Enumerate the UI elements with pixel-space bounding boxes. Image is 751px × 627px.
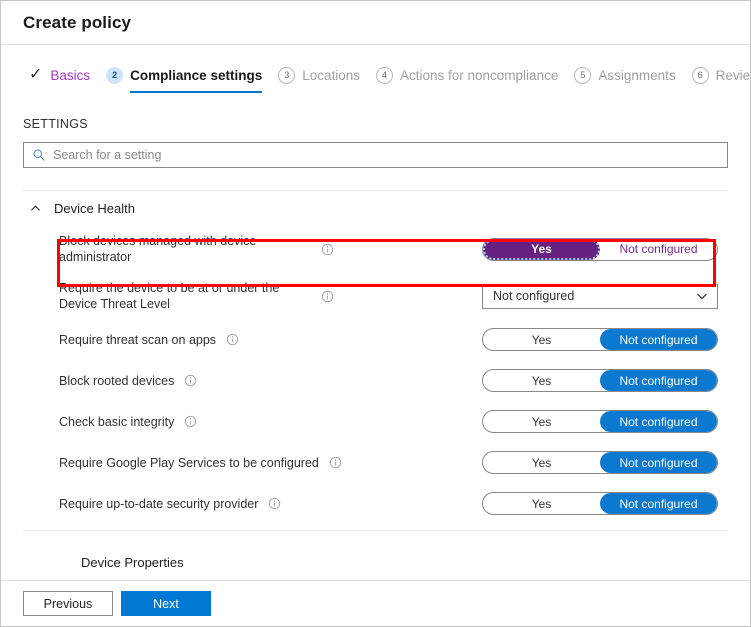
setting-control: Yes Not configured xyxy=(482,237,718,261)
wizard-step-nav: ✓ Basics 2 Compliance settings 3 Locatio… xyxy=(1,63,750,105)
settings-panel: SETTINGS Device Health Block devices man… xyxy=(1,117,750,570)
toggle-option-yes[interactable]: Yes xyxy=(483,411,600,432)
setting-control: Yes Not configured xyxy=(482,410,718,433)
step-number-badge: 3 xyxy=(278,66,296,84)
wizard-step-review[interactable]: 6 Review xyxy=(691,63,750,93)
step-number-badge: 6 xyxy=(691,66,709,84)
setting-row-require-threat-scan-on-apps: Require threat scan on apps Yes Not conf… xyxy=(59,319,718,360)
settings-rows: Block devices managed with device admini… xyxy=(23,225,728,524)
setting-row-require-google-play-services: Require Google Play Services to be confi… xyxy=(59,442,718,483)
next-button[interactable]: Next xyxy=(121,591,211,616)
group-divider-bottom xyxy=(23,530,728,531)
toggle-option-yes[interactable]: Yes xyxy=(483,329,600,350)
page-title: Create policy xyxy=(23,12,132,32)
info-icon[interactable] xyxy=(321,243,334,256)
search-input[interactable] xyxy=(53,148,719,162)
toggle-require-up-to-date-security-provider[interactable]: Yes Not configured xyxy=(482,492,718,515)
toggle-option-yes[interactable]: Yes xyxy=(483,452,600,473)
setting-row-block-device-administrator: Block devices managed with device admini… xyxy=(59,225,718,273)
setting-label: Require the device to be at or under the… xyxy=(59,281,280,311)
setting-row-require-up-to-date-security-provider: Require up-to-date security provider Yes… xyxy=(59,483,718,524)
settings-scroll-area: Block devices managed with device admini… xyxy=(23,225,728,570)
setting-label: Require Google Play Services to be confi… xyxy=(59,455,319,470)
wizard-step-label: Review xyxy=(715,67,750,83)
info-icon[interactable] xyxy=(226,333,239,346)
toggle-require-google-play-services[interactable]: Yes Not configured xyxy=(482,451,718,474)
wizard-step-label: Basics xyxy=(50,67,91,83)
toggle-option-not-configured[interactable]: Not configured xyxy=(600,493,717,514)
info-icon[interactable] xyxy=(268,497,281,510)
search-setting-box[interactable] xyxy=(23,142,728,168)
setting-label: Require up-to-date security provider xyxy=(59,496,259,511)
wizard-step-actions-for-noncompliance[interactable]: 4 Actions for noncompliance xyxy=(376,63,558,93)
check-icon: ✓ xyxy=(29,66,43,83)
toggle-option-not-configured[interactable]: Not configured xyxy=(600,329,717,350)
search-icon xyxy=(33,149,45,161)
step-number-badge: 5 xyxy=(574,66,592,84)
dropdown-device-threat-level[interactable]: Not configured xyxy=(482,283,718,309)
wizard-step-label: Assignments xyxy=(598,67,676,83)
chevron-down-icon xyxy=(697,293,707,300)
dropdown-value: Not configured xyxy=(493,289,575,303)
info-icon[interactable] xyxy=(184,415,197,428)
dialog-titlebar: Create policy xyxy=(1,1,750,45)
setting-control: Yes Not configured xyxy=(482,328,718,351)
wizard-step-label: Actions for noncompliance xyxy=(400,67,559,83)
toggle-option-not-configured[interactable]: Not configured xyxy=(600,411,717,432)
setting-label: Require threat scan on apps xyxy=(59,332,217,347)
group-header-device-health[interactable]: Device Health xyxy=(23,191,728,225)
setting-row-device-threat-level: Require the device to be at or under the… xyxy=(59,273,718,319)
settings-section-label: SETTINGS xyxy=(23,117,88,131)
toggle-option-yes[interactable]: Yes xyxy=(483,493,600,514)
wizard-step-locations[interactable]: 3 Locations xyxy=(278,63,360,93)
toggle-require-threat-scan-on-apps[interactable]: Yes Not configured xyxy=(482,328,718,351)
chevron-up-icon xyxy=(30,204,41,211)
toggle-block-rooted-devices[interactable]: Yes Not configured xyxy=(482,369,718,392)
wizard-step-basics[interactable]: ✓ Basics xyxy=(29,63,90,93)
setting-control: Not configured xyxy=(482,283,718,309)
setting-control: Yes Not configured xyxy=(482,369,718,392)
setting-label: Check basic integrity xyxy=(59,414,175,429)
group-header-device-properties[interactable]: Device Properties xyxy=(81,555,184,570)
toggle-check-basic-integrity[interactable]: Yes Not configured xyxy=(482,410,718,433)
info-icon[interactable] xyxy=(184,374,197,387)
toggle-option-not-configured[interactable]: Not configured xyxy=(600,452,717,473)
setting-row-block-rooted-devices: Block rooted devices Yes Not configured xyxy=(59,360,718,401)
toggle-option-not-configured[interactable]: Not configured xyxy=(600,370,717,391)
info-icon[interactable] xyxy=(321,290,334,303)
wizard-step-compliance-settings[interactable]: 2 Compliance settings xyxy=(106,63,263,93)
toggle-block-device-administrator[interactable]: Yes Not configured xyxy=(482,237,718,261)
step-number-badge: 4 xyxy=(376,66,393,84)
wizard-step-label: Locations xyxy=(302,67,360,83)
group-name: Device Health xyxy=(54,200,135,216)
dialog-footer: Previous Next xyxy=(1,580,750,626)
toggle-option-yes[interactable]: Yes xyxy=(483,238,600,260)
step-number-badge: 2 xyxy=(106,66,124,84)
wizard-step-assignments[interactable]: 5 Assignments xyxy=(574,63,676,93)
setting-control: Yes Not configured xyxy=(482,451,718,474)
info-icon[interactable] xyxy=(329,456,342,469)
setting-row-check-basic-integrity: Check basic integrity Yes Not configured xyxy=(59,401,718,442)
wizard-step-label: Compliance settings xyxy=(130,67,263,83)
setting-control: Yes Not configured xyxy=(482,492,718,515)
setting-label: Block devices managed with device admini… xyxy=(59,234,257,264)
create-policy-dialog: Create policy ✓ Basics 2 Compliance sett… xyxy=(0,0,751,627)
toggle-option-not-configured[interactable]: Not configured xyxy=(600,239,717,260)
previous-button[interactable]: Previous xyxy=(23,591,113,616)
toggle-option-yes[interactable]: Yes xyxy=(483,370,600,391)
setting-label: Block rooted devices xyxy=(59,373,175,388)
